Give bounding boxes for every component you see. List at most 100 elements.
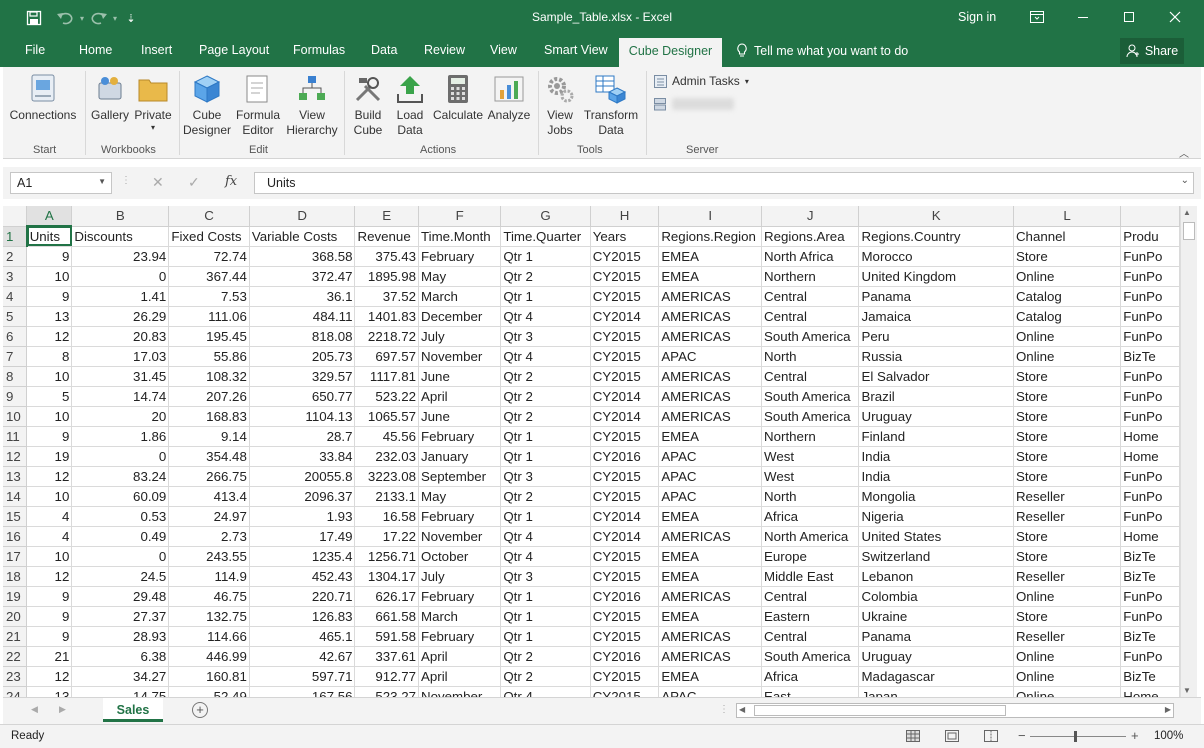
cube-designer-button[interactable]: Cube Designer [182,73,232,138]
admin-tasks-button[interactable]: Admin Tasks ▾ [654,74,749,88]
table-cell[interactable]: April [418,386,502,407]
table-cell[interactable]: 10 [26,546,73,567]
table-cell[interactable]: 31.45 [71,366,170,387]
table-cell[interactable]: Store [1013,426,1122,447]
table-cell[interactable]: Qtr 2 [500,666,591,687]
table-cell[interactable]: Online [1013,646,1122,667]
header-cell[interactable]: Regions.Area [761,226,860,247]
tab-formulas[interactable]: Formulas [293,43,345,57]
scroll-up-icon[interactable]: ▲ [1183,208,1191,217]
table-cell[interactable]: 2218.72 [354,326,419,347]
analyze-button[interactable]: Analyze [485,73,533,123]
table-cell[interactable]: 375.43 [354,246,419,267]
table-cell[interactable]: Africa [761,506,860,527]
vertical-scrollbar[interactable]: ▲ ▼ [1180,206,1197,697]
table-cell[interactable]: 14.75 [71,686,170,697]
table-cell[interactable]: 7.53 [168,286,250,307]
table-cell[interactable]: 83.24 [71,466,170,487]
table-cell[interactable]: 60.09 [71,486,170,507]
table-cell[interactable]: FunPo [1120,286,1180,307]
row-header[interactable]: 22 [3,646,28,667]
table-cell[interactable]: EMEA [658,606,763,627]
table-cell[interactable]: APAC [658,486,763,507]
header-cell[interactable]: Discounts [71,226,170,247]
table-cell[interactable]: FunPo [1120,386,1180,407]
table-cell[interactable]: EMEA [658,266,763,287]
table-cell[interactable]: 329.57 [249,366,356,387]
table-cell[interactable]: Peru [858,326,1014,347]
row-header[interactable]: 1 [3,226,28,247]
row-header[interactable]: 9 [3,386,28,407]
header-cell[interactable]: Years [590,226,660,247]
table-cell[interactable]: East [761,686,860,697]
table-cell[interactable]: Reseller [1013,506,1122,527]
horizontal-scrollbar[interactable]: ◀ ▶ [736,703,1174,718]
table-cell[interactable]: AMERICAS [658,286,763,307]
table-cell[interactable]: Online [1013,266,1122,287]
formula-editor-button[interactable]: Formula Editor [232,73,284,138]
table-cell[interactable]: Catalog [1013,286,1122,307]
column-header[interactable]: K [858,206,1014,227]
table-cell[interactable]: Ukraine [858,606,1014,627]
table-cell[interactable]: May [418,486,502,507]
table-cell[interactable]: APAC [658,446,763,467]
table-cell[interactable]: Qtr 4 [500,526,591,547]
table-cell[interactable]: Colombia [858,586,1014,607]
table-cell[interactable]: 626.17 [354,586,419,607]
table-cell[interactable]: 697.57 [354,346,419,367]
column-header[interactable] [1120,206,1180,227]
zoom-slider[interactable] [1030,731,1126,742]
table-cell[interactable]: Switzerland [858,546,1014,567]
table-cell[interactable]: AMERICAS [658,406,763,427]
build-cube-button[interactable]: Build Cube [347,73,389,138]
table-cell[interactable]: Uruguay [858,646,1014,667]
header-cell[interactable]: Channel [1013,226,1122,247]
table-cell[interactable]: 12 [26,326,73,347]
table-cell[interactable]: CY2015 [590,426,660,447]
table-cell[interactable]: India [858,446,1014,467]
table-cell[interactable]: 484.11 [249,306,356,327]
table-cell[interactable]: 9 [26,426,73,447]
table-cell[interactable]: APAC [658,466,763,487]
table-cell[interactable]: Qtr 1 [500,426,591,447]
table-cell[interactable]: April [418,646,502,667]
table-cell[interactable]: Mongolia [858,486,1014,507]
table-cell[interactable]: Central [761,286,860,307]
table-cell[interactable]: 29.48 [71,586,170,607]
zoom-slider-thumb[interactable] [1074,731,1077,742]
table-cell[interactable]: 1117.81 [354,366,419,387]
table-cell[interactable]: February [418,426,502,447]
table-cell[interactable]: Panama [858,286,1014,307]
table-cell[interactable]: May [418,266,502,287]
enter-icon[interactable]: ✓ [188,174,200,191]
table-cell[interactable]: CY2015 [590,666,660,687]
view-hierarchy-button[interactable]: View Hierarchy [284,73,340,138]
scroll-right-icon[interactable]: ▶ [1165,705,1171,714]
table-cell[interactable]: Qtr 2 [500,486,591,507]
table-cell[interactable]: Home [1120,526,1180,547]
table-cell[interactable]: Central [761,586,860,607]
row-header[interactable]: 10 [3,406,28,427]
name-box[interactable]: A1 ▼ [10,172,112,194]
table-cell[interactable]: CY2015 [590,566,660,587]
table-cell[interactable]: 52.49 [168,686,250,697]
row-header[interactable]: 5 [3,306,28,327]
table-cell[interactable]: Qtr 1 [500,286,591,307]
customize-quick-access-icon[interactable]: ⇣ [125,9,137,27]
table-cell[interactable]: Qtr 3 [500,566,591,587]
table-cell[interactable]: 45.56 [354,426,419,447]
table-cell[interactable]: 3223.08 [354,466,419,487]
tab-view[interactable]: View [490,43,517,57]
table-cell[interactable]: 337.61 [354,646,419,667]
close-button[interactable] [1152,0,1198,34]
table-cell[interactable]: 1104.13 [249,406,356,427]
table-cell[interactable]: 46.75 [168,586,250,607]
table-cell[interactable]: 8 [26,346,73,367]
table-cell[interactable]: FunPo [1120,266,1180,287]
table-cell[interactable]: CY2014 [590,406,660,427]
table-cell[interactable]: 9 [26,606,73,627]
table-cell[interactable]: Qtr 1 [500,246,591,267]
row-header[interactable]: 15 [3,506,28,527]
table-cell[interactable]: 42.67 [249,646,356,667]
table-cell[interactable]: 28.93 [71,626,170,647]
